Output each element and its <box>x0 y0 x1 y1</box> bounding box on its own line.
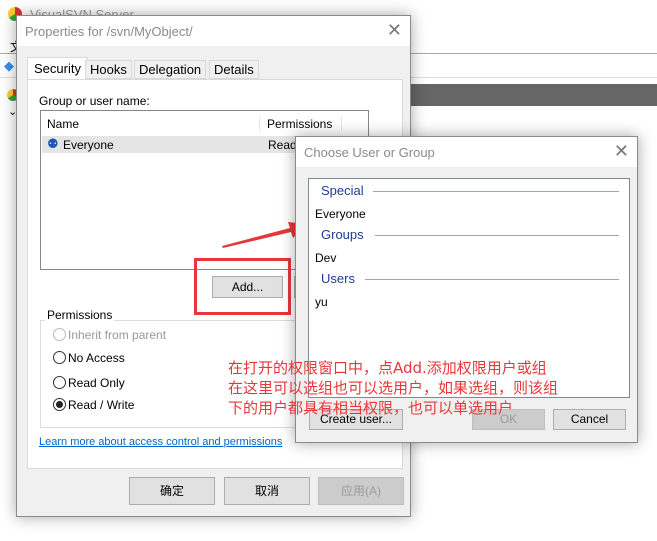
list-item[interactable]: Dev <box>315 251 336 265</box>
group-icon: ⚉ <box>47 136 59 151</box>
radio-no-access[interactable] <box>53 351 66 364</box>
tab-delegation[interactable]: Delegation <box>134 60 207 79</box>
radio-read-only-label: Read Only <box>68 376 125 390</box>
radio-no-access-label: No Access <box>68 351 125 365</box>
learn-more-link[interactable]: Learn more about access control and perm… <box>39 436 282 448</box>
column-header-name[interactable]: Name <box>47 117 260 131</box>
header-bar <box>410 84 657 106</box>
radio-read-write-label: Read / Write <box>68 398 135 412</box>
section-header-groups: Groups <box>321 227 364 242</box>
divider <box>365 279 619 280</box>
divider <box>375 235 619 236</box>
list-item[interactable]: yu <box>315 295 328 309</box>
divider <box>373 191 619 192</box>
annotation-line: 在这里可以选组也可以选用户，如果选组，则该组 <box>228 379 559 397</box>
close-icon[interactable]: ✕ <box>614 141 629 162</box>
radio-read-only[interactable] <box>53 376 66 389</box>
back-icon[interactable]: ◆ <box>4 58 14 74</box>
dialog-title: Choose User or Group <box>304 145 435 160</box>
cancel-button[interactable]: Cancel <box>553 409 626 430</box>
annotation-text: 在打开的权限窗口中，点Add.添加权限用户或组 在这里可以选组也可以选用户，如果选… <box>228 358 558 418</box>
tab-details[interactable]: Details <box>209 60 259 79</box>
radio-read-write[interactable] <box>53 398 66 411</box>
annotation-line: 在打开的权限窗口中，点Add.添加权限用户或组 <box>228 359 547 377</box>
add-highlight-box <box>194 258 291 315</box>
apply-button[interactable]: 应用(A) <box>318 477 404 505</box>
annotation-line: 下的用户都具有相当权限，也可以单选用户 <box>228 399 514 417</box>
cancel-button[interactable]: 取消 <box>224 477 310 505</box>
section-header-special: Special <box>321 183 364 198</box>
ok-button[interactable]: 确定 <box>129 477 215 505</box>
close-icon[interactable]: ✕ <box>387 20 402 41</box>
permissions-label: Permissions <box>45 308 115 322</box>
column-header-permissions[interactable]: Permissions <box>267 117 342 131</box>
list-item[interactable]: Everyone <box>315 207 366 221</box>
radio-inherit-label: Inherit from parent <box>68 328 167 342</box>
dialog-title: Properties for /svn/MyObject/ <box>25 24 193 39</box>
tab-hooks[interactable]: Hooks <box>85 60 132 79</box>
radio-inherit[interactable] <box>53 328 66 341</box>
section-header-users: Users <box>321 271 355 286</box>
group-label: Group or user name: <box>39 94 150 108</box>
title-bar: Choose User or Group ✕ <box>296 137 637 167</box>
row-permission: Read <box>268 138 297 152</box>
tab-security[interactable]: Security <box>27 57 88 79</box>
row-name: Everyone <box>63 138 114 152</box>
title-bar: Properties for /svn/MyObject/ ✕ <box>17 16 410 46</box>
